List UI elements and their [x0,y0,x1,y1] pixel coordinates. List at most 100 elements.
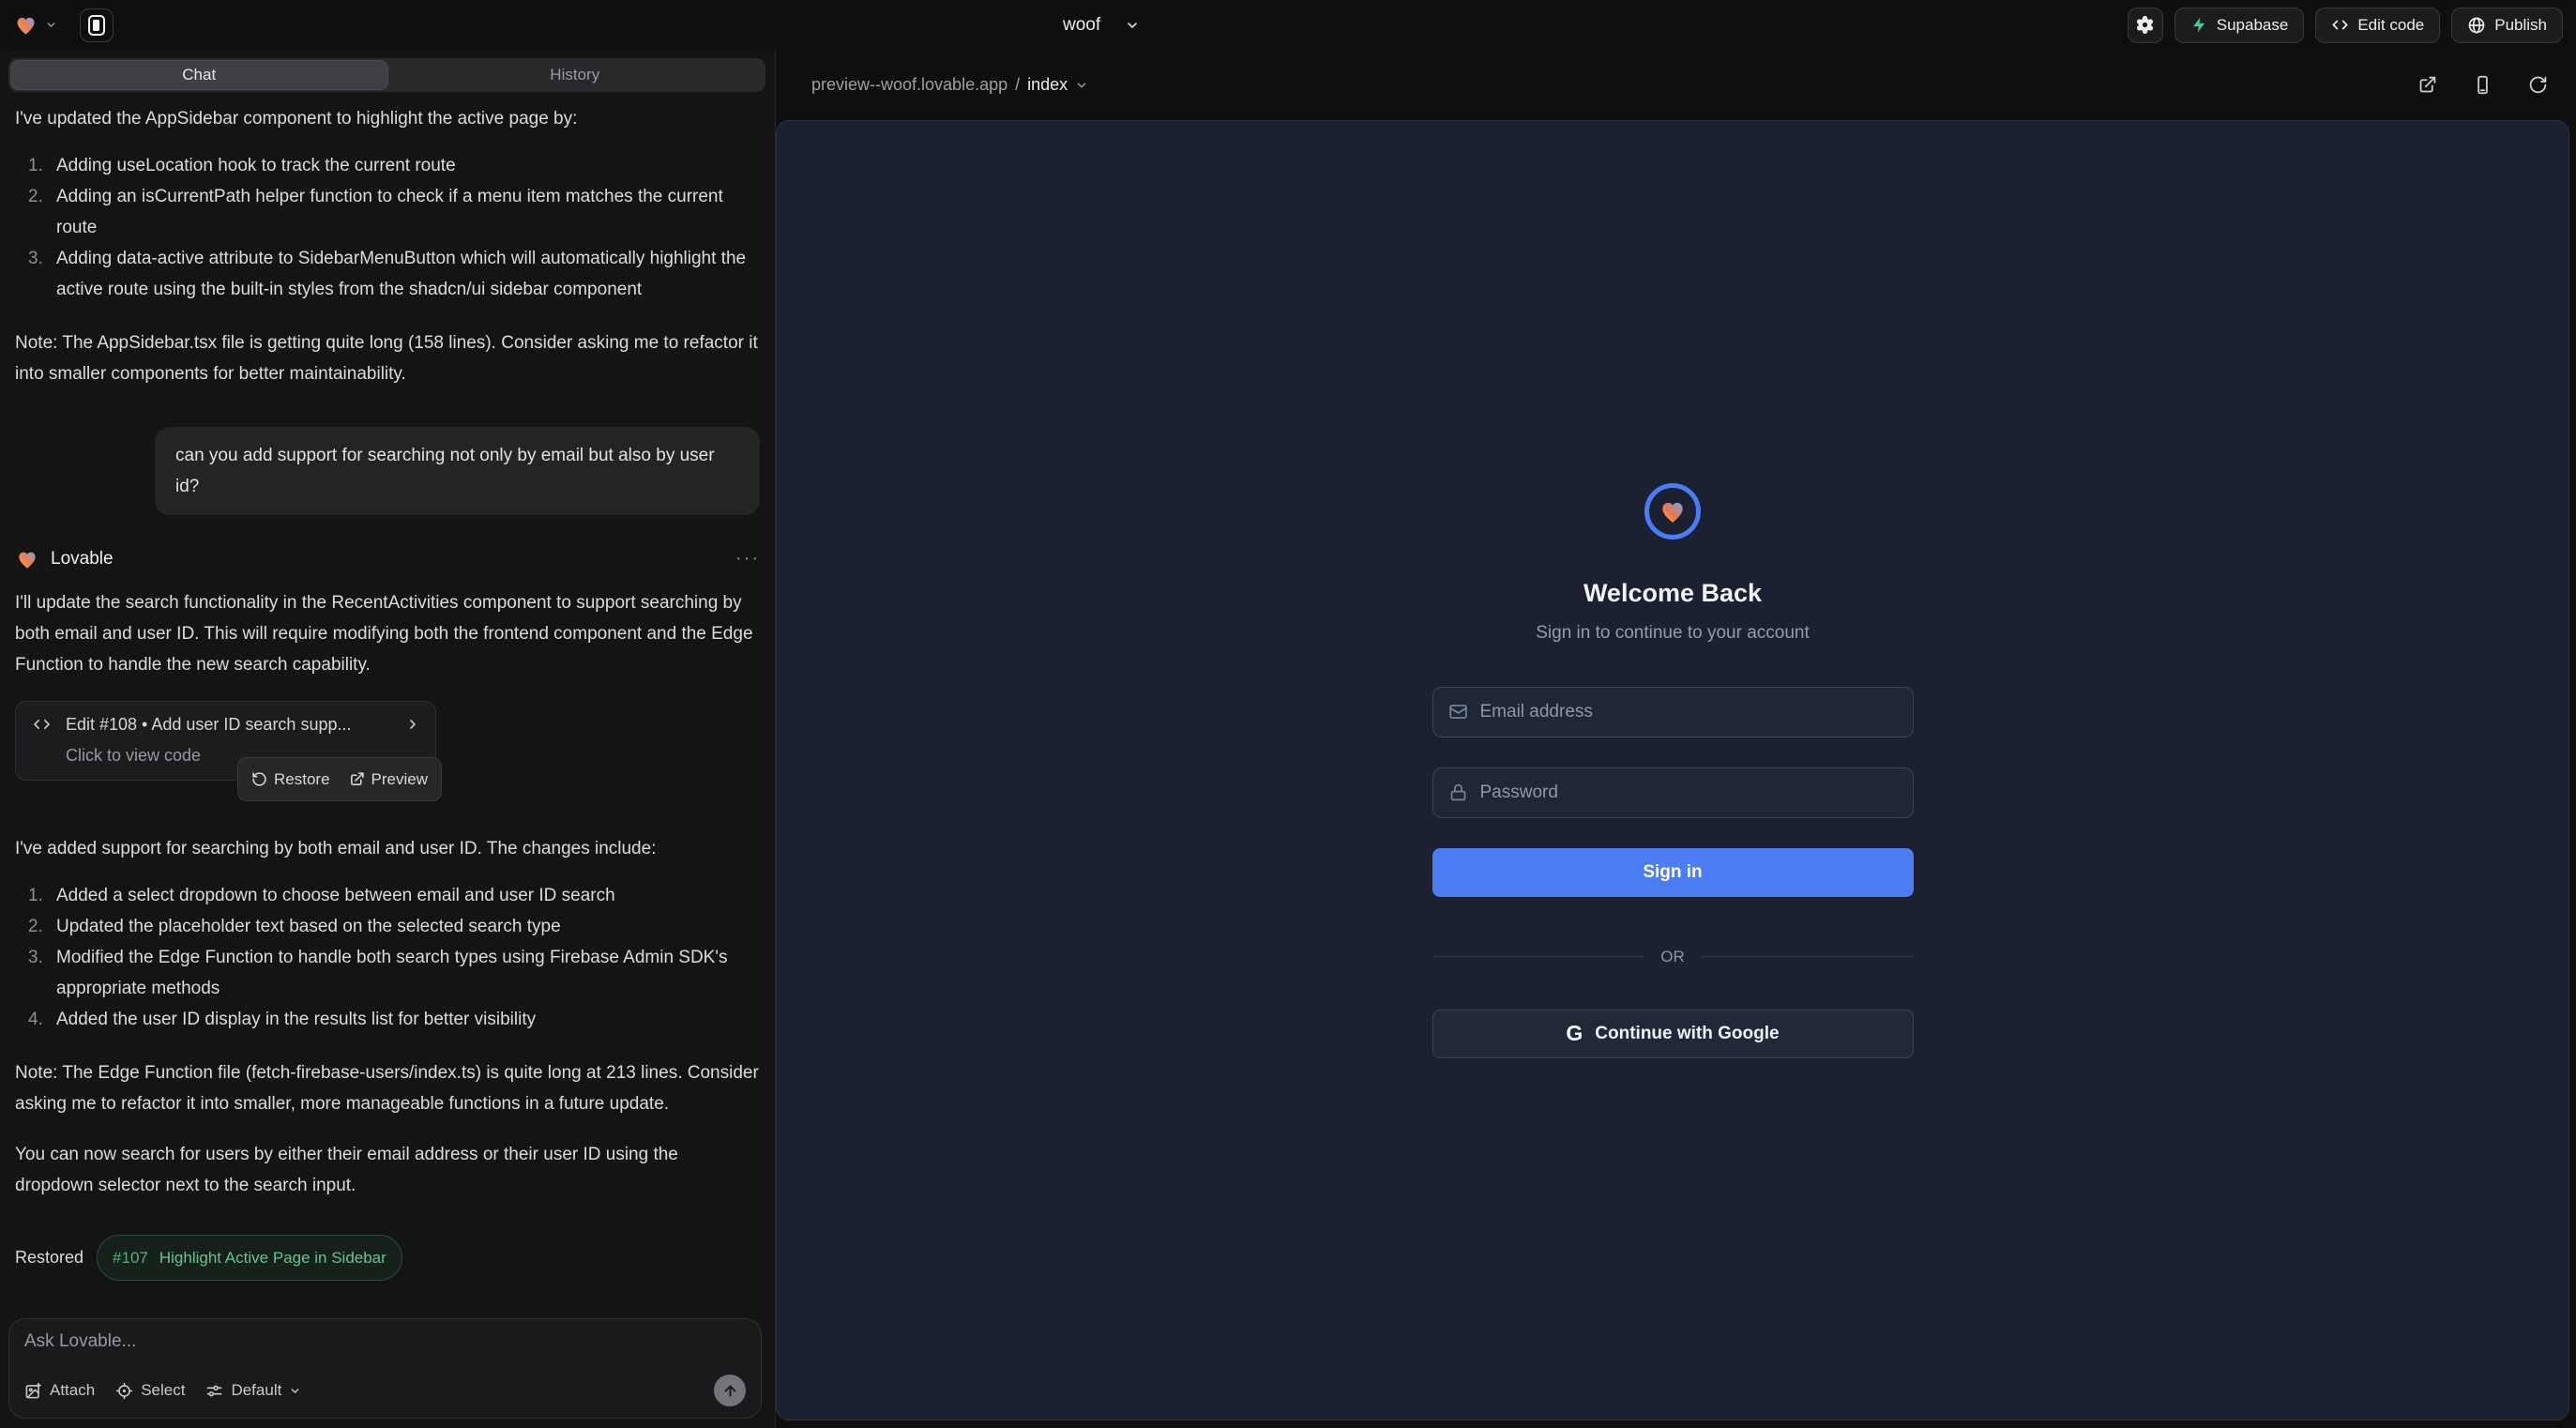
password-input[interactable] [1480,782,1898,803]
preview-url-page: index [1027,75,1068,95]
assistant-paragraph: I'll update the search functionality in … [15,587,760,680]
globe-icon [2467,16,2486,35]
chat-panel: Chat History I've updated the AppSidebar… [0,50,776,1428]
restore-icon [251,771,267,787]
open-in-new-tab-button[interactable] [2417,75,2437,95]
list-item: Added the user ID display in the results… [56,1004,760,1035]
restore-button[interactable]: Restore [251,764,330,795]
assistant-paragraph: You can now search for users by either t… [15,1139,760,1201]
preview-label: Preview [371,764,428,795]
lovable-heart-icon [13,12,38,38]
page-chevron-down-icon[interactable] [1075,79,1088,92]
message-menu-button[interactable]: ··· [735,543,760,574]
attach-image-icon [24,1382,42,1400]
app-heart-icon [1658,496,1688,526]
chevron-down-icon [289,1385,301,1397]
code-icon [2331,16,2349,34]
url-separator: / [1015,75,1020,95]
edit-code-button[interactable]: Edit code [2315,8,2440,43]
attach-label: Attach [50,1381,95,1400]
google-g-icon: G [1566,1021,1583,1046]
restored-version-badge[interactable]: #107 Highlight Active Page in Sidebar [97,1235,402,1281]
send-button[interactable] [714,1375,746,1406]
publish-button[interactable]: Publish [2451,8,2563,43]
supabase-icon [2190,16,2208,34]
app-logo [1644,483,1701,539]
list-item: Added a select dropdown to choose betwee… [56,880,760,911]
list-item: Adding data-active attribute to SidebarM… [56,243,760,305]
signin-title: Welcome Back [1583,579,1762,608]
assistant-list: Adding useLocation hook to track the cur… [15,150,760,305]
refresh-button[interactable] [2528,75,2548,95]
top-bar: woof Supabase Edit code Publish [0,0,2576,50]
list-item: Modified the Edge Function to handle bot… [56,942,760,1004]
lovable-avatar-heart-icon [15,547,39,571]
preview-url-domain: preview--woof.lovable.app [811,75,1008,95]
assistant-header: Lovable ··· [15,543,760,574]
assistant-list: Added a select dropdown to choose betwee… [15,880,760,1035]
version-title: Highlight Active Page in Sidebar [159,1242,386,1273]
attach-button[interactable]: Attach [24,1381,95,1400]
supabase-label: Supabase [2217,16,2289,35]
tab-history[interactable]: History [387,61,764,89]
publish-label: Publish [2494,16,2547,35]
select-target-icon [115,1382,133,1400]
email-field[interactable] [1432,687,1914,737]
google-label: Continue with Google [1595,1024,1779,1044]
signin-submit-button[interactable]: Sign in [1432,848,1914,897]
supabase-button[interactable]: Supabase [2174,8,2305,43]
tab-chat[interactable]: Chat [11,61,387,89]
assistant-note: Note: The Edge Function file (fetch-fire… [15,1057,760,1119]
chat-history-tabs: Chat History [8,58,765,92]
chevron-down-icon [45,19,57,31]
signin-subtitle: Sign in to continue to your account [1536,623,1810,644]
list-item: Adding an isCurrentPath helper function … [56,181,760,243]
version-number: #107 [113,1242,148,1273]
restore-label: Restore [274,764,330,795]
gear-icon [2135,15,2155,35]
select-label: Select [141,1381,185,1400]
google-signin-button[interactable]: G Continue with Google [1432,1010,1914,1058]
assistant-paragraph: I've updated the AppSidebar component to… [15,103,760,134]
assistant-name: Lovable [51,543,114,574]
list-item: Updated the placeholder text based on th… [56,911,760,942]
edit-card-actions: Restore Preview [237,757,442,801]
panel-left-icon [87,14,106,37]
chat-messages[interactable]: I've updated the AppSidebar component to… [0,92,775,1309]
password-field[interactable] [1432,767,1914,818]
edit-card-title: Edit #108 • Add user ID search supp... [66,713,392,736]
edit-code-label: Edit code [2357,16,2424,35]
assistant-note: Note: The AppSidebar.tsx file is getting… [15,327,760,389]
restored-label: Restored [15,1242,83,1273]
preview-url-bar: preview--woof.lovable.app / index [776,50,2576,120]
composer: Attach Select Default [8,1318,762,1419]
external-link-icon [349,771,365,787]
project-chevron-down-icon[interactable] [1125,18,1140,33]
settings-button[interactable] [2128,8,2163,43]
sliders-icon [205,1382,223,1400]
chat-input[interactable] [24,1331,746,1352]
or-divider: OR [1432,948,1914,966]
email-input[interactable] [1480,702,1898,722]
preview-button[interactable]: Preview [349,764,428,795]
preview-iframe: Welcome Back Sign in to continue to your… [776,120,2569,1420]
select-button[interactable]: Select [115,1381,185,1400]
arrow-up-icon [722,1383,738,1399]
mode-label: Default [231,1381,281,1400]
signin-card: Welcome Back Sign in to continue to your… [1432,483,1914,1058]
preview-region: preview--woof.lovable.app / index [776,50,2576,1428]
lovable-logo-menu[interactable] [13,12,57,38]
chevron-right-icon [405,717,420,732]
toggle-sidebar-button[interactable] [80,8,114,42]
list-item: Adding useLocation hook to track the cur… [56,150,760,181]
code-icon [31,715,53,734]
mode-default-button[interactable]: Default [205,1381,301,1400]
restored-row: Restored #107 Highlight Active Page in S… [15,1235,760,1281]
edit-version-card[interactable]: Edit #108 • Add user ID search supp... C… [15,701,436,781]
or-label: OR [1660,948,1685,966]
lock-icon [1448,782,1468,802]
project-name: woof [1063,15,1100,36]
mobile-view-button[interactable] [2473,75,2493,95]
envelope-icon [1448,702,1468,722]
user-message-bubble: can you add support for searching not on… [155,427,760,515]
